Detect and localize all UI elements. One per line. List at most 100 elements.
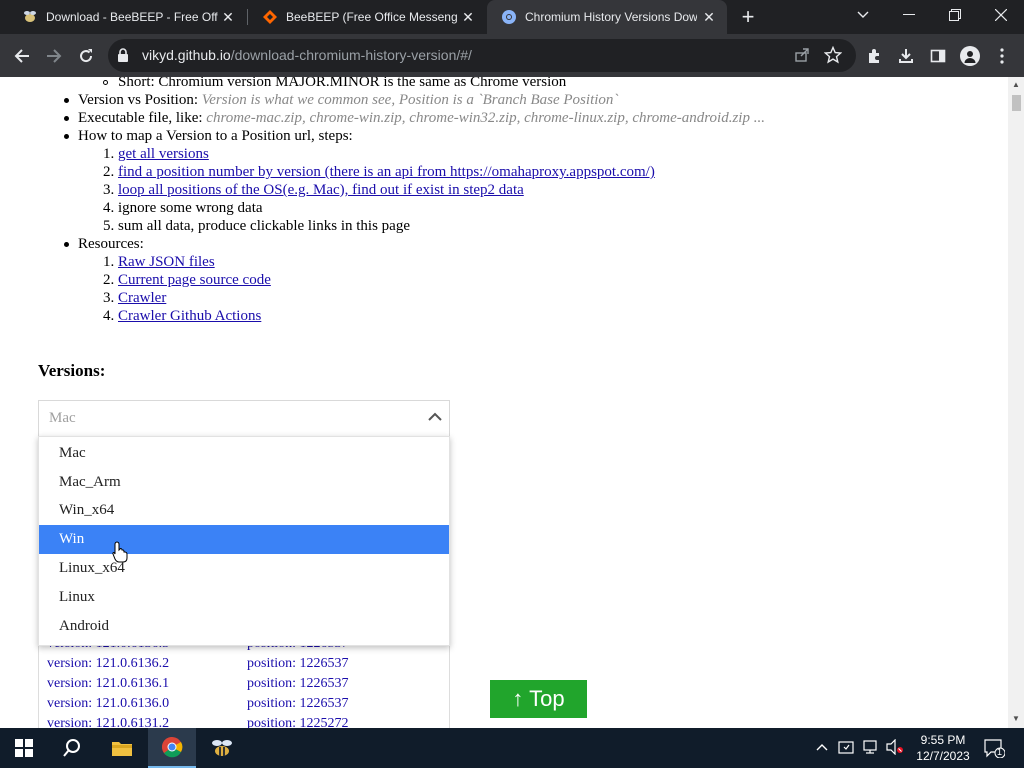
chevron-up-tray-icon[interactable]: [816, 740, 828, 754]
url-text[interactable]: vikyd.github.io/download-chromium-histor…: [142, 47, 472, 63]
side-panel-icon[interactable]: [924, 42, 952, 70]
search-icon[interactable]: [48, 728, 96, 768]
version-cell[interactable]: version: 121.0.6131.2: [47, 716, 169, 728]
bullet-icon: [64, 242, 69, 247]
new-tab-icon[interactable]: +: [737, 6, 759, 28]
tab-title: Chromium History Versions Dow: [525, 10, 697, 24]
version-cell[interactable]: version: 121.0.6136.0: [47, 696, 169, 712]
close-icon[interactable]: ✕: [220, 9, 236, 25]
resource-link-source-code[interactable]: Current page source code: [118, 271, 271, 289]
step-number: 4.: [103, 200, 115, 216]
bullet-icon: [64, 134, 69, 139]
resource-number: 4.: [103, 308, 115, 324]
beebeep-taskbar-icon[interactable]: [198, 728, 246, 768]
back-to-top-button[interactable]: ↑ Top: [490, 680, 587, 718]
os-dropdown-menu: Mac Mac_Arm Win_x64 Win Linux_x64 Linux …: [38, 436, 450, 646]
step-number: 2.: [103, 164, 115, 180]
restore-icon[interactable]: [932, 0, 978, 30]
table-row[interactable]: version: 121.0.6136.1 position: 1226537: [47, 676, 447, 696]
taskbar-clock[interactable]: 9:55 PM 12/7/2023: [914, 732, 972, 764]
bookmark-star-icon[interactable]: [823, 45, 843, 69]
share-icon[interactable]: [794, 47, 810, 68]
chevron-up-icon[interactable]: [427, 411, 443, 428]
os-option-linux-x64[interactable]: Linux_x64: [39, 554, 449, 583]
resource-number: 3.: [103, 290, 115, 306]
windows-start-icon[interactable]: [0, 728, 48, 768]
close-window-icon[interactable]: [978, 0, 1024, 30]
os-option-win[interactable]: Win: [39, 525, 449, 554]
versions-table: version: 121.0.6136.3position: 1226537 v…: [38, 636, 450, 728]
forward-icon[interactable]: [40, 42, 68, 70]
profile-avatar-icon[interactable]: [956, 42, 984, 70]
tab-title: Download - BeeBEEP - Free Offic: [46, 10, 218, 24]
download-icon[interactable]: [892, 42, 920, 70]
position-cell[interactable]: position: 1226537: [247, 696, 349, 712]
resource-link-github-actions[interactable]: Crawler Github Actions: [118, 307, 261, 325]
version-cell[interactable]: version: 121.0.6136.1: [47, 676, 169, 692]
os-option-android[interactable]: Android: [39, 612, 449, 641]
minimize-icon[interactable]: [886, 0, 932, 30]
scroll-down-icon[interactable]: ▼: [1012, 715, 1020, 723]
position-cell[interactable]: position: 1226537: [247, 656, 349, 672]
step-link-get-all-versions[interactable]: get all versions: [118, 145, 209, 163]
os-option-mac[interactable]: Mac: [39, 439, 449, 468]
os-select[interactable]: Mac: [38, 400, 450, 436]
step-link-loop-positions[interactable]: loop all positions of the OS(e.g. Mac), …: [118, 181, 524, 199]
back-icon[interactable]: [8, 42, 36, 70]
scroll-up-icon[interactable]: ▲: [1012, 81, 1020, 89]
clock-date: 12/7/2023: [916, 749, 970, 763]
table-row[interactable]: version: 121.0.6131.2 position: 1225272: [47, 716, 447, 728]
volume-muted-icon[interactable]: [886, 738, 904, 758]
scrollbar-thumb[interactable]: [1012, 95, 1021, 111]
resources-heading: Resources:: [78, 236, 144, 252]
close-icon[interactable]: ✕: [701, 9, 717, 25]
step-text: sum all data, produce clickable links in…: [118, 218, 411, 234]
position-cell[interactable]: position: 1226537: [247, 676, 349, 692]
extensions-icon[interactable]: [860, 42, 888, 70]
clock-time: 9:55 PM: [920, 733, 966, 747]
table-row[interactable]: version: 121.0.6136.2 position: 1226537: [47, 656, 447, 676]
lock-icon[interactable]: [116, 47, 130, 68]
address-bar[interactable]: vikyd.github.io/download-chromium-histor…: [108, 39, 856, 72]
short-item: Short: Chromium version MAJOR.MINOR is t…: [118, 77, 567, 90]
item-label: Executable file, like:: [78, 110, 207, 126]
resource-number: 1.: [103, 254, 115, 270]
security-tray-icon[interactable]: [838, 739, 854, 758]
resource-link-raw-json[interactable]: Raw JSON files: [118, 253, 215, 271]
reload-icon[interactable]: [72, 42, 100, 70]
browser-toolbar: vikyd.github.io/download-chromium-histor…: [0, 34, 1024, 77]
tab-beebeep-sourceforge[interactable]: BeeBEEP (Free Office Messenger ✕: [248, 0, 486, 34]
bullet-icon: [64, 98, 69, 103]
tab-beebeep-download[interactable]: Download - BeeBEEP - Free Offic ✕: [8, 0, 246, 34]
network-icon[interactable]: [862, 739, 878, 758]
sourceforge-icon: [262, 9, 278, 25]
os-option-linux[interactable]: Linux: [39, 583, 449, 612]
tab-title: BeeBEEP (Free Office Messenger: [286, 10, 458, 24]
os-option-mac-arm[interactable]: Mac_Arm: [39, 468, 449, 497]
table-row[interactable]: version: 121.0.6136.0 position: 1226537: [47, 696, 447, 716]
notification-count: 1: [997, 747, 1003, 757]
os-option-win-x64[interactable]: Win_x64: [39, 496, 449, 525]
windows-taskbar: 9:55 PM 12/7/2023 1: [0, 728, 1024, 768]
item-description: chrome-mac.zip, chrome-win.zip, chrome-w…: [206, 110, 765, 126]
url-path: /download-chromium-history-version/#/: [230, 47, 472, 63]
versions-heading: Versions:: [38, 361, 106, 380]
map-steps-heading: How to map a Version to a Position url, …: [78, 128, 353, 144]
chrome-taskbar-icon[interactable]: [148, 728, 196, 768]
version-cell[interactable]: version: 121.0.6136.2: [47, 656, 169, 672]
menu-kebab-icon[interactable]: [988, 42, 1016, 70]
url-host: vikyd.github.io: [142, 47, 231, 63]
step-number: 1.: [103, 146, 115, 162]
step-link-find-position[interactable]: find a position number by version (there…: [118, 163, 655, 181]
page-scrollbar[interactable]: ▲ ▼: [1008, 77, 1024, 728]
close-icon[interactable]: ✕: [460, 9, 476, 25]
beebeep-bee-icon: [22, 9, 38, 25]
file-explorer-icon[interactable]: [98, 728, 146, 768]
tab-chromium-history[interactable]: Chromium History Versions Dow ✕: [487, 0, 727, 34]
tab-search-chevron-icon[interactable]: [840, 0, 886, 30]
page-content: Short: Chromium version MAJOR.MINOR is t…: [0, 77, 1008, 728]
bullet-icon: [103, 80, 108, 85]
resource-link-crawler[interactable]: Crawler: [118, 289, 166, 307]
resource-number: 2.: [103, 272, 115, 288]
position-cell[interactable]: position: 1225272: [247, 716, 349, 728]
